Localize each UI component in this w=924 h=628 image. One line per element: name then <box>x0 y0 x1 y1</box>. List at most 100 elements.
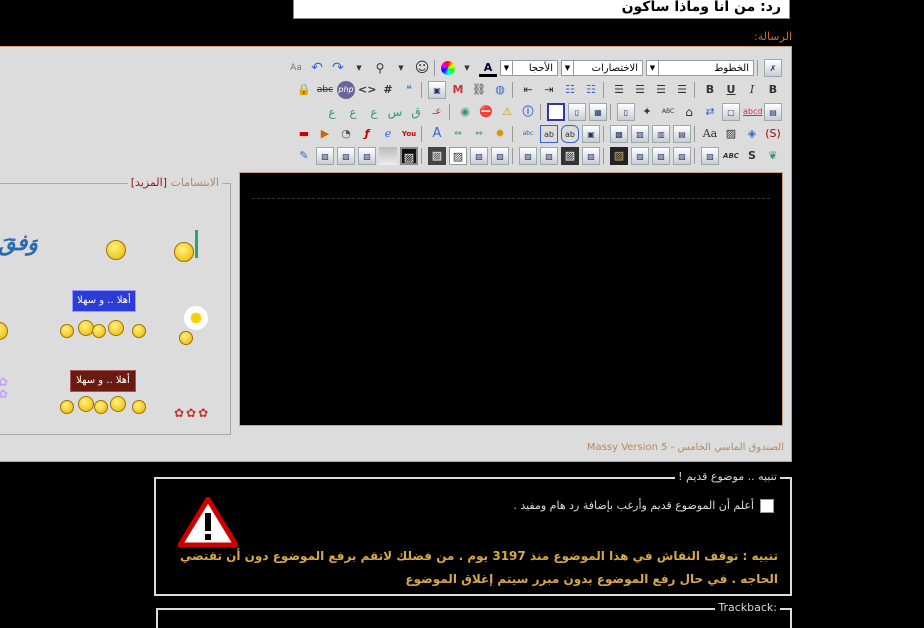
photo-icon-11[interactable]: ▨ <box>470 147 488 165</box>
arabic-text-icon-4[interactable]: ع <box>365 103 383 121</box>
color-palette-icon[interactable]: (S) <box>764 125 782 143</box>
photo-icon-9[interactable]: ▨ <box>519 147 537 165</box>
box-icon[interactable]: ▤ <box>764 103 782 121</box>
square-frame-icon[interactable] <box>547 103 565 121</box>
image-box-icon[interactable]: ▣ <box>582 125 600 143</box>
align-right-icon[interactable]: ☰ <box>673 81 691 99</box>
unordered-list-icon[interactable]: ☷ <box>561 81 579 99</box>
undo-icon[interactable]: ↶ <box>308 59 326 77</box>
redo-icon[interactable]: ↷ <box>329 59 347 77</box>
layout-icon-4[interactable]: ▩ <box>610 125 628 143</box>
photo-icon-1[interactable]: ▨ <box>701 147 719 165</box>
dance-icon[interactable]: ❦ <box>764 147 782 165</box>
media-player-icon[interactable]: ▶ <box>316 125 334 143</box>
photo-icon-14[interactable]: ▨ <box>358 147 376 165</box>
size-select[interactable]: الأحجا ▼ <box>500 60 558 76</box>
photo-frame-selected-icon[interactable]: ▨ <box>400 147 418 165</box>
abc-123-icon[interactable]: ABC <box>659 103 677 121</box>
title-input[interactable]: رد: من أنا وماذا سأكون <box>293 0 790 19</box>
photo-icon-6[interactable]: ▨ <box>582 147 600 165</box>
code-icon[interactable]: <> <box>358 81 376 99</box>
abc-caps-icon[interactable]: ABC <box>722 147 740 165</box>
email-icon[interactable]: M <box>449 81 467 99</box>
fill-icon[interactable]: ◈ <box>743 125 761 143</box>
attachment-icon[interactable]: ⚲ <box>371 59 389 77</box>
align-center-icon[interactable]: ☰ <box>652 81 670 99</box>
picture-frame-icon[interactable]: ▨ <box>722 125 740 143</box>
smiley-edge[interactable] <box>0 322 8 340</box>
photo-icon-15[interactable]: ▨ <box>337 147 355 165</box>
strikethrough-icon[interactable]: abc <box>316 81 334 99</box>
bold-icon[interactable]: B <box>764 81 782 99</box>
youtube-icon[interactable]: You <box>400 125 418 143</box>
align-left-icon[interactable]: ☰ <box>631 81 649 99</box>
font-size-icon[interactable]: Aa <box>701 125 719 143</box>
move-left-icon[interactable]: ⇔ <box>449 125 467 143</box>
real-player-icon[interactable]: ▬ <box>295 125 313 143</box>
text-effect-icon[interactable]: A <box>428 125 446 143</box>
smiley-flower[interactable] <box>179 331 193 345</box>
font-select[interactable]: الخطوط ▼ <box>646 60 754 76</box>
flash-icon[interactable]: ✦ <box>638 103 656 121</box>
highlight-color-icon[interactable] <box>441 61 455 75</box>
move-right-icon[interactable]: ⇔ <box>470 125 488 143</box>
ie-icon[interactable]: ℯ <box>379 125 397 143</box>
photo-icon-8[interactable]: ▨ <box>540 147 558 165</box>
frame-icon[interactable]: ▢ <box>722 103 740 121</box>
bold-alt-icon[interactable]: B <box>701 81 719 99</box>
s-icon[interactable]: S <box>743 147 761 165</box>
flower-icon[interactable] <box>184 306 208 330</box>
ab-box-icon[interactable]: ab <box>540 125 558 143</box>
photo-icon-16[interactable]: ▨ <box>316 147 334 165</box>
photo-icon-13[interactable]: ▨ <box>428 147 446 165</box>
calligraphy-image[interactable]: وَفقَ <box>0 230 38 256</box>
arabic-text-icon-3[interactable]: س <box>386 103 404 121</box>
building-icon[interactable]: ⌂ <box>680 103 698 121</box>
photo-icon-2[interactable]: ▨ <box>673 147 691 165</box>
smiley-dropdown-icon[interactable]: ▼ <box>392 59 410 77</box>
quicktime-icon[interactable]: ◔ <box>337 125 355 143</box>
arabic-text-icon-1[interactable]: عـ <box>428 103 446 121</box>
text-color-icon[interactable]: A <box>479 59 497 77</box>
flowers-edge-icon[interactable]: ✿ ✿ <box>0 376 8 400</box>
lock-icon[interactable]: 🔒 <box>295 81 313 99</box>
color-dropdown-icon[interactable]: ▼ <box>458 59 476 77</box>
remove-format-icon[interactable]: ✗ <box>764 59 782 77</box>
smilies-more-link[interactable]: [المزيد] <box>131 176 167 189</box>
direction-icon[interactable]: ⇄ <box>701 103 719 121</box>
abc-box-icon[interactable]: abc <box>519 125 537 143</box>
shortcuts-select[interactable]: الاختصارات ▼ <box>561 60 643 76</box>
outdent-icon[interactable]: ⇤ <box>519 81 537 99</box>
smiley-laugh[interactable] <box>106 240 126 260</box>
doc-icon[interactable]: ▯ <box>568 103 586 121</box>
photo-icon-3[interactable]: ▨ <box>652 147 670 165</box>
arabic-text-icon-2[interactable]: ق <box>407 103 425 121</box>
old-topic-checkbox[interactable] <box>760 499 774 513</box>
world-icon[interactable]: ◉ <box>456 103 474 121</box>
italic-icon[interactable]: I <box>743 81 761 99</box>
sun-icon[interactable]: ✹ <box>491 125 509 143</box>
switch-mode-icon[interactable]: Aa <box>287 59 305 77</box>
layout-icon-2[interactable]: ▥ <box>652 125 670 143</box>
link-icon[interactable]: ⛓ <box>470 81 488 99</box>
image-icon[interactable]: ▣ <box>428 81 446 99</box>
message-textarea[interactable] <box>239 172 783 426</box>
photo-icon-4[interactable]: ▨ <box>631 147 649 165</box>
php-icon[interactable]: php <box>337 81 355 99</box>
layout-icon-1[interactable]: ▤ <box>673 125 691 143</box>
photo-icon-10[interactable]: ▨ <box>491 147 509 165</box>
smiley-icon[interactable]: ☺ <box>413 59 431 77</box>
flash-player-icon[interactable]: ƒ <box>358 125 376 143</box>
globe-icon[interactable]: ◍ <box>491 81 509 99</box>
quote-icon[interactable]: ❝ <box>400 81 418 99</box>
warning-small-icon[interactable]: ⚠ <box>498 103 516 121</box>
table-icon[interactable]: ▦ <box>589 103 607 121</box>
underline-icon[interactable]: U <box>722 81 740 99</box>
photo-icon-12[interactable]: ▨ <box>449 147 467 165</box>
ordered-list-icon[interactable]: ☷ <box>582 81 600 99</box>
page-icon[interactable]: ▯ <box>617 103 635 121</box>
smiley-hookah[interactable] <box>174 242 194 262</box>
welcome-sign-red[interactable]: أهلا .. و سهلا <box>70 370 136 392</box>
brush-icon[interactable]: ✎ <box>295 147 313 165</box>
gradient-icon[interactable] <box>379 147 397 165</box>
